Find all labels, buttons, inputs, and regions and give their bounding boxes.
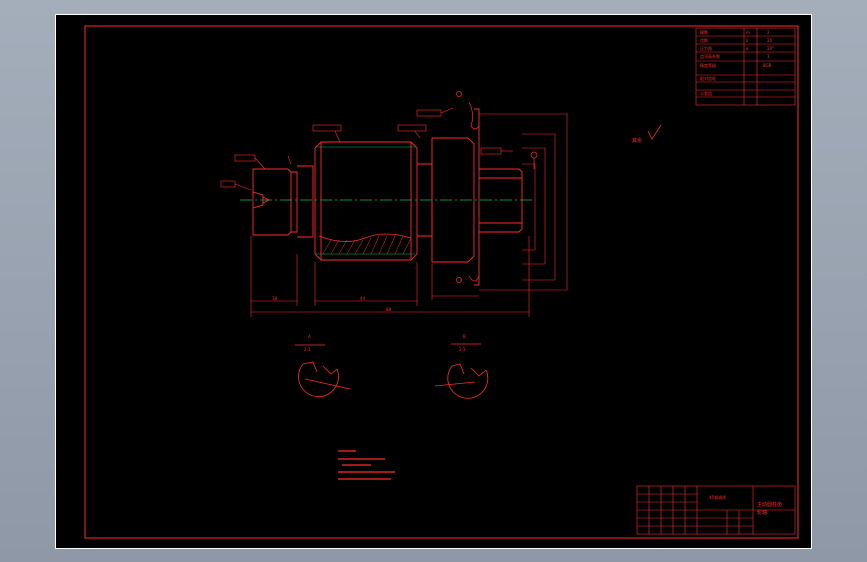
- svg-text:α: α: [746, 46, 749, 51]
- gear-section-hatch: [318, 233, 412, 255]
- collar-detail: [456, 91, 480, 283]
- title-block-part-name-line2: 轮轴: [757, 509, 767, 516]
- svg-text:模数: 模数: [700, 29, 708, 35]
- sheet-outer-border: [55, 14, 812, 549]
- dim-mid-length: 44: [360, 296, 366, 301]
- tolerance-frames: [220, 107, 513, 191]
- section-a-label: A: [308, 334, 311, 339]
- datum-symbol-icon: [530, 151, 538, 169]
- gear-parameter-table: 模数 齿数 压力角 齿顶高系数 精度等级 配对齿轮 公差组 m z α 2 25…: [695, 27, 796, 106]
- svg-text:公差组: 公差组: [700, 90, 712, 96]
- drawing-frame: [84, 25, 799, 539]
- dimension-lines: [250, 113, 568, 317]
- section-view-b: [434, 343, 489, 399]
- title-block-material: 45钢调质: [709, 494, 726, 500]
- svg-text:z: z: [746, 38, 748, 43]
- dim-left-length: 18: [272, 296, 278, 301]
- svg-text:20°: 20°: [767, 46, 774, 51]
- section-b-scale: 2:1: [459, 347, 466, 352]
- svg-text:2: 2: [767, 30, 770, 35]
- section-b-label: B: [463, 334, 466, 339]
- svg-text:齿数: 齿数: [700, 37, 708, 43]
- svg-text:1: 1: [767, 54, 770, 59]
- svg-text:精度等级: 精度等级: [700, 62, 716, 68]
- roughness-note-label: 其余: [632, 137, 642, 144]
- roughness-note: 其余: [632, 124, 662, 144]
- svg-text:25: 25: [767, 38, 773, 43]
- dim-overall-length: 88: [386, 307, 392, 312]
- title-block-part-name: 主动圆柱齿: [757, 501, 782, 508]
- drawing-canvas: 模数 齿数 压力角 齿顶高系数 精度等级 配对齿轮 公差组 m z α 2 25…: [55, 14, 812, 549]
- svg-text:8GB: 8GB: [763, 63, 772, 68]
- svg-text:齿顶高系数: 齿顶高系数: [700, 53, 720, 59]
- cad-viewport[interactable]: 模数 齿数 压力角 齿顶高系数 精度等级 配对齿轮 公差组 m z α 2 25…: [55, 14, 812, 549]
- technical-requirements: [338, 450, 395, 480]
- shaft-main-view: [252, 108, 523, 286]
- title-block: [636, 485, 796, 535]
- roughness-symbol-icon: [647, 124, 662, 140]
- svg-text:压力角: 压力角: [700, 45, 712, 51]
- svg-text:配对齿轮: 配对齿轮: [700, 75, 716, 81]
- section-a-scale: 2:1: [304, 347, 311, 352]
- svg-text:m: m: [746, 30, 750, 35]
- section-view-a: [295, 344, 351, 397]
